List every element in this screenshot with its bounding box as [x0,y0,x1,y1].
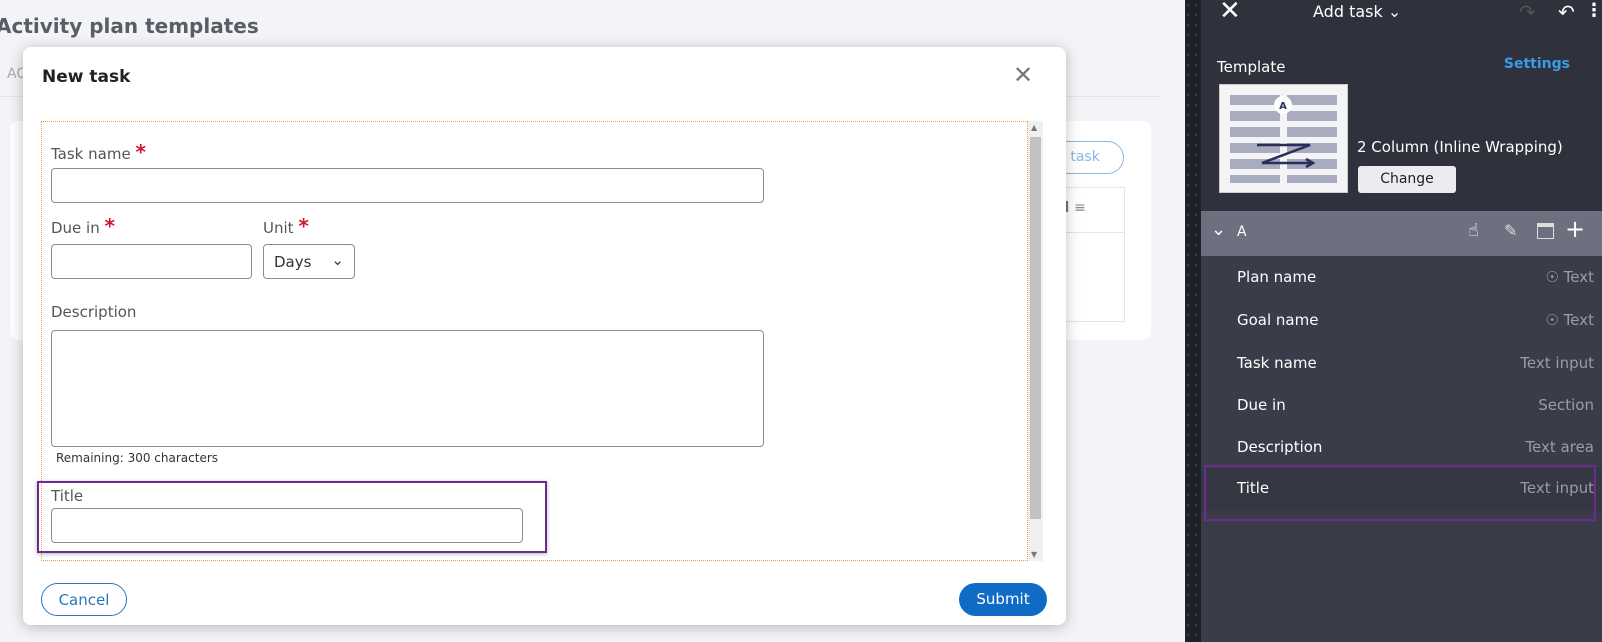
template-name: 2 Column (Inline Wrapping) [1357,138,1563,156]
remaining-characters: Remaining: 300 characters [56,451,219,465]
change-template-button[interactable]: Change [1358,166,1456,193]
cancel-button[interactable]: Cancel [41,583,127,616]
edit-icon[interactable]: ✎ [1504,221,1517,240]
settings-link[interactable]: Settings [1504,56,1570,72]
hand-cursor-icon: ☝ [1468,220,1479,241]
field-row-due-in[interactable]: Due in Section [1201,385,1602,428]
due-in-label: Due in * [51,214,115,238]
svg-text:A: A [1279,101,1287,112]
template-label: Template [1217,58,1286,76]
eye-icon: ☉ [1545,268,1559,286]
description-textarea[interactable] [51,330,764,447]
title-row-highlight [1204,465,1596,521]
field-row-description[interactable]: Description Text area [1201,427,1602,470]
submit-button[interactable]: Submit [959,583,1047,616]
due-in-input[interactable] [51,244,252,279]
field-list: Plan name☉ Text Goal name☉ Text inputTex… [1201,256,1602,642]
template-thumbnail[interactable]: A [1219,84,1348,193]
task-name-input[interactable] [51,168,764,203]
modal-title: New task [42,67,131,87]
chevron-down-icon[interactable]: ⌄ [1211,219,1226,240]
chevron-down-icon: ⌄ [1387,2,1402,21]
title-input[interactable] [51,508,523,543]
view-selector[interactable]: Add task ⌄ [1313,2,1401,21]
unit-select[interactable]: Days ⌄ [263,244,355,279]
panel-divider [1160,0,1201,642]
new-task-modal: New task ✕ ▲ ▼ Task name * Due in * Unit … [23,47,1066,625]
undo-icon[interactable]: ↶ [1558,0,1575,24]
close-icon[interactable]: ✕ [1219,0,1241,26]
title-label: Title [51,487,84,505]
scrollbar[interactable]: ▲ ▼ [1028,121,1043,561]
page-title: Activity plan templates [0,14,259,38]
region-label: A [1237,224,1247,240]
add-icon[interactable]: + [1565,215,1585,243]
form-editor-panel: ✕ Add task ⌄ ↷ ↶ ⋮ Template Settings A 2… [1201,0,1602,642]
field-row-goal-name[interactable]: Goal name☉ Text inputText [1201,300,1602,343]
filter-icon[interactable]: ≡ [1074,200,1086,216]
region-header[interactable]: ⌄ A ☝ ✎ + [1201,211,1602,256]
field-row-task-name[interactable]: Task name Text input [1201,343,1602,386]
layout-icon[interactable] [1537,223,1554,239]
field-row-plan-name[interactable]: Plan name ☉ Text [1201,257,1602,300]
task-name-label: Task name * [51,140,146,164]
eye-icon: ☉ [1545,311,1559,329]
chevron-down-icon: ⌄ [331,251,344,269]
description-label: Description [51,303,137,321]
close-icon[interactable]: ✕ [1013,61,1033,89]
unit-label: Unit * [263,214,309,238]
redo-icon[interactable]: ↷ [1519,0,1536,24]
more-icon[interactable]: ⋮ [1585,0,1602,21]
